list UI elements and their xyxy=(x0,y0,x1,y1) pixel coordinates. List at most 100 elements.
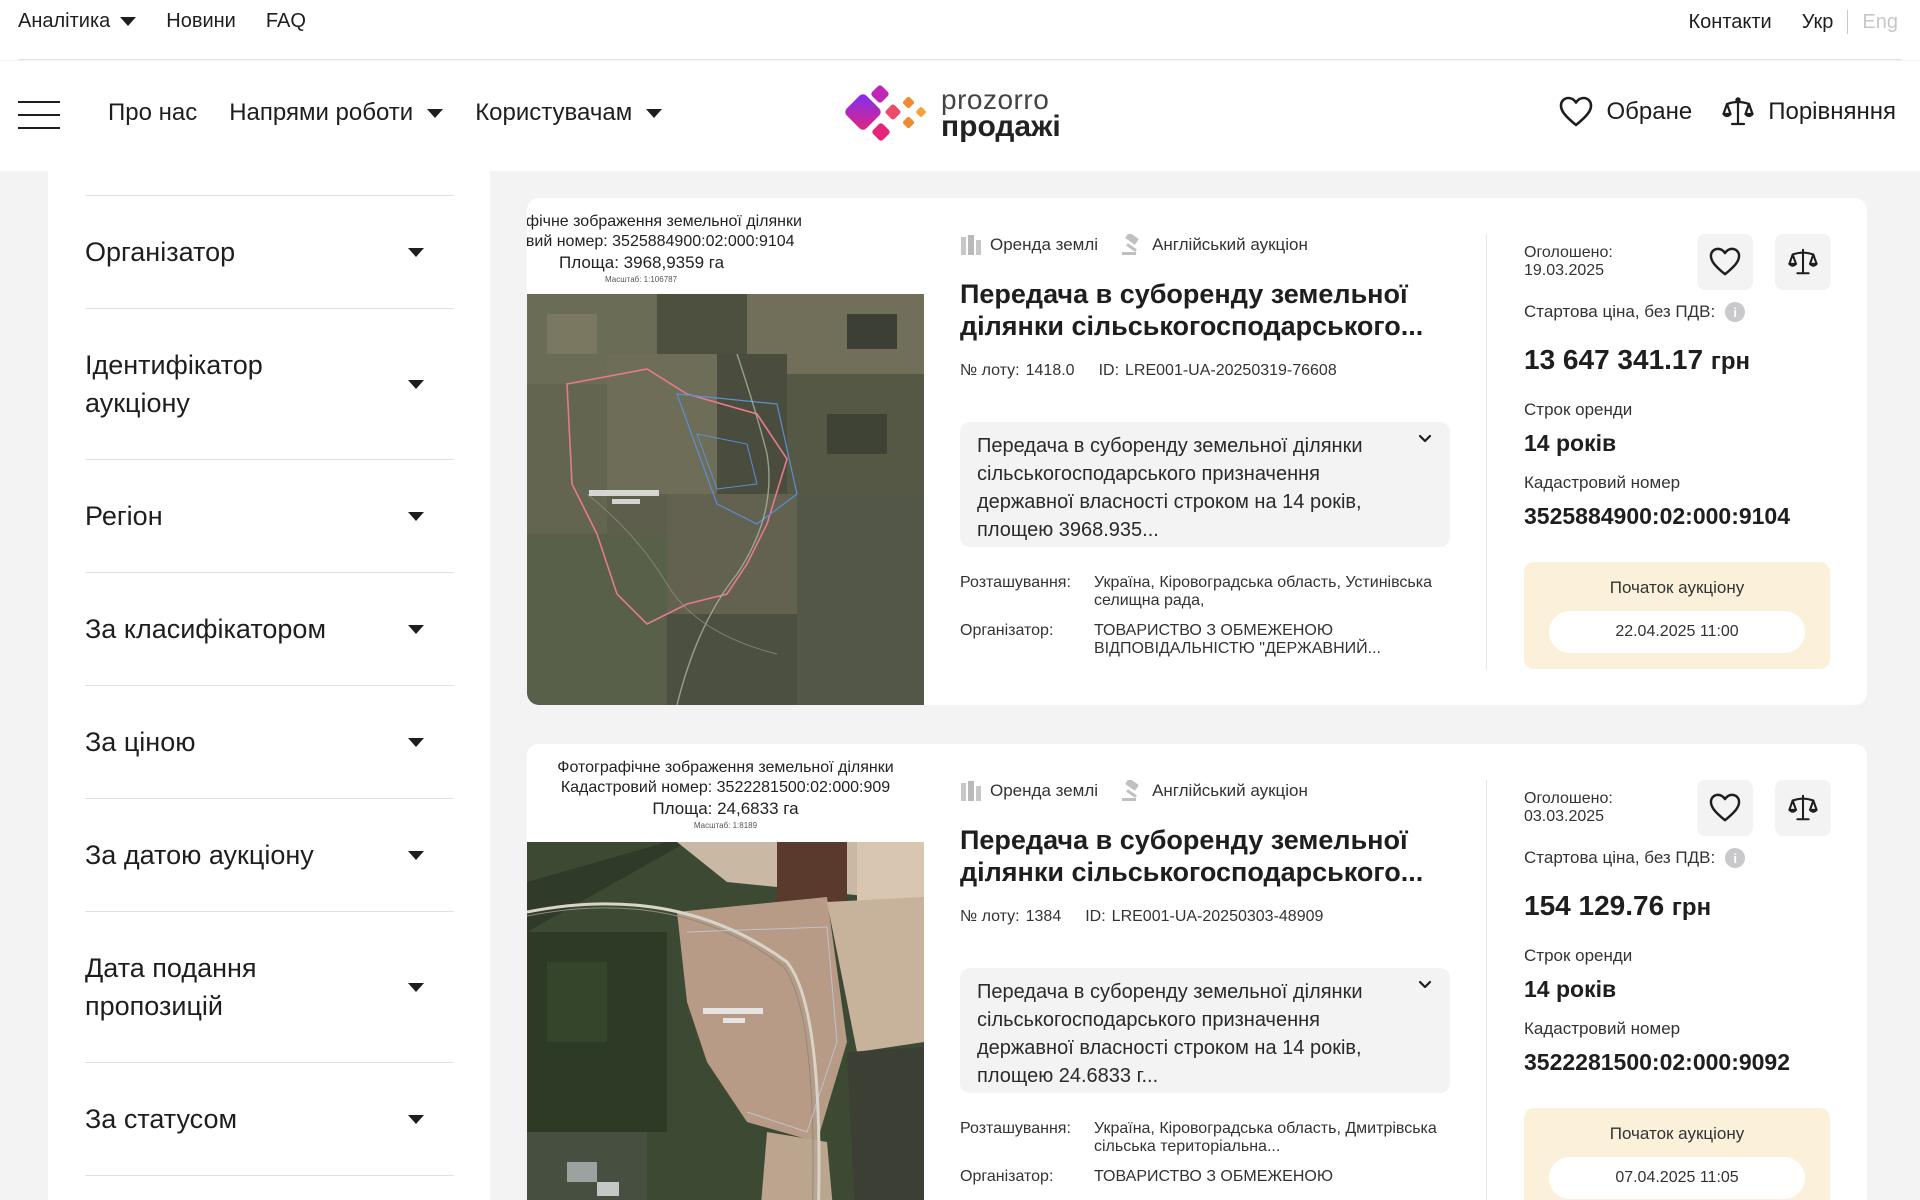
lot-actions xyxy=(1697,780,1831,836)
lot-tags: Оренда землі Англійський аукціон xyxy=(960,780,1450,802)
auction-start-date: 07.04.2025 11:05 xyxy=(1549,1157,1805,1199)
image-caption-line: овий номер: 3525884900:02:000:9104 xyxy=(527,233,795,250)
contacts-link[interactable]: Контакти xyxy=(1689,11,1772,34)
favorites-link[interactable]: Обране xyxy=(1559,96,1692,128)
lot-id-label: ID: xyxy=(1098,362,1120,379)
image-caption-line: Кадастровий номер: 3522281500:02:000:909 xyxy=(560,779,891,796)
filter-price[interactable]: За ціною xyxy=(85,686,454,799)
caret-down-icon xyxy=(408,247,424,257)
buildings-icon xyxy=(961,781,981,801)
add-to-compare-button[interactable] xyxy=(1775,234,1831,290)
start-price: 13 647 341.17 грн xyxy=(1524,344,1831,376)
image-caption-line: афічне зображення земельної ділянки xyxy=(527,213,802,230)
lang-ukr[interactable]: Укр xyxy=(1802,11,1834,34)
lot-title[interactable]: Передача в суборенду земельної ділянки с… xyxy=(960,278,1450,342)
news-label: Новини xyxy=(166,10,236,32)
caret-down-icon xyxy=(408,737,424,747)
main-navigation: Про нас Напрями роботи Користувачам proz… xyxy=(0,61,1920,171)
logo-mark-icon xyxy=(845,85,926,141)
start-price-value: 13 647 341.17 xyxy=(1524,344,1704,375)
lot-number-label: № лоту: xyxy=(960,908,1020,925)
lot-description[interactable]: Передача в суборенду земельної ділянки с… xyxy=(960,968,1450,1093)
tag-land-lease-label: Оренда землі xyxy=(990,781,1099,800)
lot-id: LRE001-UA-20250319-76608 xyxy=(1125,362,1337,379)
nav-links: Про нас Напрями роботи Користувачам xyxy=(108,99,663,127)
auction-start-box: Початок аукціону 22.04.2025 11:00 xyxy=(1524,562,1830,669)
add-to-favorites-button[interactable] xyxy=(1697,780,1753,836)
add-to-compare-button[interactable] xyxy=(1775,780,1831,836)
filter-status[interactable]: За статусом xyxy=(85,1063,454,1176)
users-menu[interactable]: Користувачам xyxy=(475,99,663,127)
auction-start-box: Початок аукціону 07.04.2025 11:05 xyxy=(1524,1108,1830,1200)
directions-menu[interactable]: Напрями роботи xyxy=(229,99,444,127)
filter-label: Дата подання пропозицій xyxy=(85,953,257,1021)
filter-label: За ціною xyxy=(85,727,196,757)
lease-term-label: Строк оренди xyxy=(1524,400,1633,419)
analytics-menu[interactable]: Аналітика xyxy=(18,10,137,33)
about-link[interactable]: Про нас xyxy=(108,99,197,127)
card-divider xyxy=(1486,780,1487,1200)
tag-land-lease: Оренда землі xyxy=(960,781,1098,801)
compare-label: Порівняння xyxy=(1768,98,1896,125)
news-link[interactable]: Новини xyxy=(166,10,236,33)
about-label: Про нас xyxy=(108,99,198,126)
cadastral-value: 3522281500:02:000:9092 xyxy=(1524,1049,1791,1075)
menu-icon[interactable] xyxy=(18,101,60,129)
filter-label: За класифікатором xyxy=(85,614,327,644)
scales-icon xyxy=(1788,248,1818,275)
add-to-favorites-button[interactable] xyxy=(1697,234,1753,290)
lot-id: LRE001-UA-20250303-48909 xyxy=(1111,908,1324,925)
organizer-label: Організатор: xyxy=(960,622,1054,639)
users-label: Користувачам xyxy=(475,99,633,126)
lot-identifiers: № лоту: 1418.0 ID: LRE001-UA-20250319-7660… xyxy=(960,362,1450,380)
filter-classifier[interactable]: За класифікатором xyxy=(85,573,454,686)
lot-meta: Розташування: Україна, Кіровоградська обл… xyxy=(960,574,1450,670)
auction-start-label: Початок аукціону xyxy=(1609,1124,1745,1143)
auction-start-date: 22.04.2025 11:00 xyxy=(1549,611,1805,653)
filter-auction-id[interactable]: Ідентифікатор аукціону xyxy=(85,309,454,460)
top-utility-bar: Аналітика Новини FAQ Контакти Укр Eng xyxy=(0,0,1920,60)
card-divider xyxy=(1486,234,1487,670)
chevron-down-icon[interactable] xyxy=(1418,434,1432,444)
gavel-icon xyxy=(1122,780,1139,801)
lot-image[interactable]: Фотографічне зображення земельної ділянк… xyxy=(527,744,924,1200)
caret-down-icon xyxy=(408,1114,424,1124)
lot-summary: Оголошено: 19.03.2025 Стартова ціна, без… xyxy=(1524,234,1831,669)
image-caption: афічне зображення земельної ділянки овий… xyxy=(527,212,914,286)
location-value: Україна, Кіровоградська область, Устинів… xyxy=(1094,574,1432,609)
filter-region[interactable]: Регіон xyxy=(85,460,454,573)
caret-down-icon xyxy=(408,511,424,521)
chevron-down-icon[interactable] xyxy=(1418,980,1432,990)
satellite-map-image xyxy=(527,842,924,1200)
lot-summary: Оголошено: 03.03.2025 Стартова ціна, без… xyxy=(1524,780,1831,1200)
tag-english-auction: Англійський аукціон xyxy=(1120,234,1308,256)
cadastral-label: Кадастровий номер xyxy=(1524,473,1681,492)
filter-label: За статусом xyxy=(85,1104,238,1134)
filters-sidebar: Організатор Ідентифікатор аукціону Регіо… xyxy=(48,171,490,1200)
info-icon[interactable]: i xyxy=(1725,848,1746,868)
prozorro-logo[interactable]: prozorro продажі xyxy=(843,81,1061,147)
lot-number: 1384 xyxy=(1025,908,1062,925)
filter-list: Організатор Ідентифікатор аукціону Регіо… xyxy=(85,195,454,1176)
caret-down-icon xyxy=(408,624,424,634)
faq-link[interactable]: FAQ xyxy=(266,10,306,33)
compare-link[interactable]: Порівняння xyxy=(1722,96,1896,128)
info-icon[interactable]: i xyxy=(1725,302,1746,322)
filter-submission-date[interactable]: Дата подання пропозицій xyxy=(85,912,454,1063)
lot-card[interactable]: афічне зображення земельної ділянки овий… xyxy=(527,198,1867,705)
tag-english-auction-label: Англійський аукціон xyxy=(1152,235,1308,254)
filter-organizer[interactable]: Організатор xyxy=(85,196,454,309)
lot-description[interactable]: Передача в суборенду земельної ділянки с… xyxy=(960,422,1450,547)
lang-eng[interactable]: Eng xyxy=(1862,11,1898,34)
logo-line2: продажі xyxy=(941,110,1061,143)
image-caption-scale: Масштаб: 1:106787 xyxy=(605,275,678,284)
top-left-links: Аналітика Новини FAQ xyxy=(18,10,306,33)
lot-card[interactable]: Фотографічне зображення земельної ділянк… xyxy=(527,744,1867,1200)
lot-image[interactable]: афічне зображення земельної ділянки овий… xyxy=(527,198,924,705)
tag-english-auction-label: Англійський аукціон xyxy=(1152,781,1308,800)
filter-auction-date[interactable]: За датою аукціону xyxy=(85,799,454,912)
lease-term-label: Строк оренди xyxy=(1524,946,1633,965)
organizer-label: Організатор: xyxy=(960,1168,1054,1185)
lot-title[interactable]: Передача в суборенду земельної ділянки с… xyxy=(960,824,1450,888)
gavel-icon xyxy=(1122,234,1139,255)
